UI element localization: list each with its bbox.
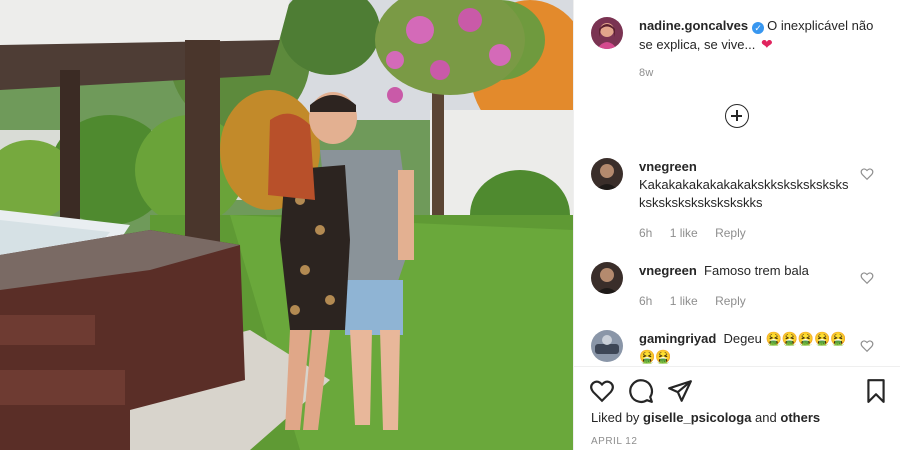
liked-by-middle: and [755, 410, 777, 425]
commenter-avatar-image [591, 158, 623, 190]
reply-button[interactable]: Reply [715, 294, 746, 308]
author-avatar[interactable] [591, 17, 623, 49]
commenter-avatar[interactable] [591, 158, 623, 190]
heart-icon[interactable] [860, 271, 874, 285]
post-age: 8w [639, 67, 654, 79]
liked-by-prefix: Liked by [591, 410, 640, 425]
action-bar [574, 366, 900, 410]
comment-body: gamingriyad Degeu 🤮🤮🤮🤮🤮🤮🤮 [639, 330, 854, 366]
bookmark-icon[interactable] [863, 378, 889, 404]
comment-meta: 6h 1 like Reply [639, 294, 760, 308]
red-heart-emoji: ❤ [760, 36, 773, 52]
comment-item: vnegreen Famoso trem bala 6h 1 like Repl… [574, 262, 900, 312]
heart-icon[interactable] [589, 378, 615, 404]
comment-body: vnegreen Kakakakakakakakakskksksksksksks… [639, 158, 854, 212]
plus-circle-icon[interactable] [725, 104, 749, 128]
comment-like-count[interactable]: 1 like [670, 226, 698, 240]
post-date: APRIL 12 [591, 436, 638, 447]
comment-time: 6h [639, 294, 653, 308]
comment-text: Kakakakakakakakakskksksksksksksksksksksk… [639, 177, 849, 210]
liked-by-user[interactable]: giselle_psicologa [643, 410, 751, 425]
comment-like-count[interactable]: 1 like [670, 294, 698, 308]
liked-by-others[interactable]: others [780, 410, 820, 425]
author-username[interactable]: nadine.goncalves [639, 18, 748, 33]
commenter-avatar-image [591, 262, 623, 294]
comment-text: Famoso trem bala [704, 263, 809, 278]
commenter-avatar-image [591, 330, 623, 362]
commenter-avatar[interactable] [591, 330, 623, 362]
post-details-panel: nadine.goncalves ✓ O inexplicável não se e… [573, 0, 900, 450]
comment-body: vnegreen Famoso trem bala [639, 262, 854, 280]
author-avatar-image [591, 17, 623, 49]
comment-username[interactable]: vnegreen [639, 263, 697, 278]
comment-username[interactable]: vnegreen [639, 159, 697, 174]
post-photo[interactable] [0, 0, 573, 450]
comment-username[interactable]: gamingriyad [639, 331, 716, 346]
post-caption: nadine.goncalves ✓ O inexplicável não se e… [639, 17, 884, 54]
liked-by-summary: Liked by giselle_psicologa and others [591, 410, 820, 425]
post-photo-image [0, 0, 573, 450]
heart-icon[interactable] [860, 339, 874, 353]
reply-button[interactable]: Reply [715, 226, 746, 240]
comment-meta: 6h 1 like Reply [639, 226, 760, 240]
commenter-avatar[interactable] [591, 262, 623, 294]
heart-icon[interactable] [860, 167, 874, 181]
comment-item: gamingriyad Degeu 🤮🤮🤮🤮🤮🤮🤮 [574, 330, 900, 366]
verified-badge-icon: ✓ [752, 22, 765, 34]
paper-plane-icon[interactable] [667, 378, 693, 404]
comment-item: vnegreen Kakakakakakakakakskksksksksksks… [574, 158, 900, 243]
comment-bubble-icon[interactable] [628, 378, 654, 404]
comment-time: 6h [639, 226, 653, 240]
